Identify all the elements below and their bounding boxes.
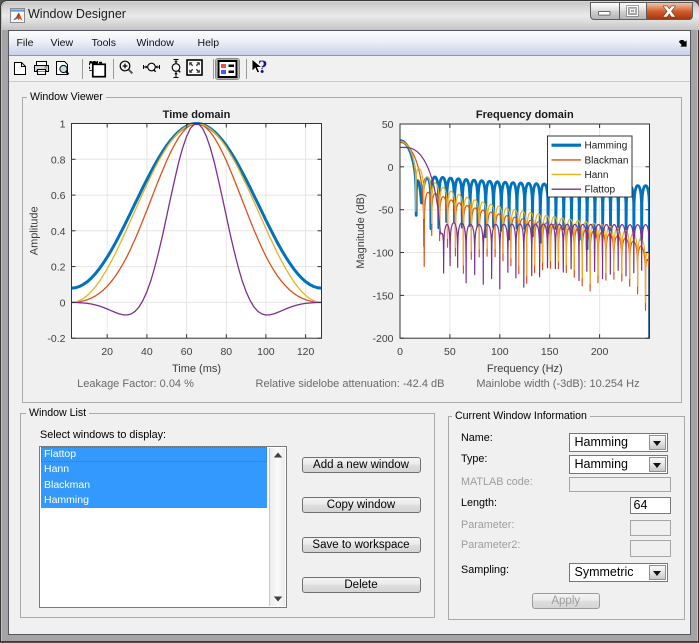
svg-text:80: 80 [220, 346, 232, 358]
svg-text:Frequency domain: Frequency domain [476, 109, 574, 121]
svg-text:0: 0 [388, 162, 394, 174]
svg-text:-50: -50 [378, 205, 393, 217]
svg-text:100: 100 [491, 346, 509, 358]
svg-text:Leakage Factor: 0.04 %: Leakage Factor: 0.04 % [77, 378, 194, 390]
svg-text:100: 100 [257, 346, 275, 358]
svg-text:-100: -100 [372, 248, 393, 260]
svg-text:Hamming: Hamming [585, 141, 628, 152]
svg-text:40: 40 [141, 346, 153, 358]
svg-text:50: 50 [444, 346, 456, 358]
svg-text:0: 0 [397, 346, 403, 358]
svg-text:-150: -150 [372, 290, 393, 302]
svg-text:Time domain: Time domain [163, 109, 231, 121]
svg-text:200: 200 [591, 346, 609, 358]
svg-text:Hann: Hann [585, 170, 609, 181]
svg-text:Mainlobe width (-3dB): 10.254: Mainlobe width (-3dB): 10.254 Hz [476, 378, 639, 390]
svg-text:60: 60 [181, 346, 193, 358]
svg-text:120: 120 [297, 346, 315, 358]
svg-text:Relative sidelobe attenuation:: Relative sidelobe attenuation: -42.4 dB [256, 378, 445, 390]
svg-text:Magnitude (dB): Magnitude (dB) [355, 193, 367, 268]
svg-text:0.8: 0.8 [51, 154, 66, 166]
svg-text:0.4: 0.4 [51, 226, 66, 238]
svg-text:0.2: 0.2 [51, 262, 66, 274]
svg-text:0: 0 [60, 297, 66, 309]
svg-text:50: 50 [382, 119, 394, 131]
svg-text:-0.2: -0.2 [47, 333, 65, 345]
svg-text:Blackman: Blackman [585, 155, 629, 166]
svg-text:Amplitude: Amplitude [29, 206, 41, 255]
svg-text:Flattop: Flattop [585, 185, 616, 196]
svg-text:Time (ms): Time (ms) [172, 363, 221, 375]
svg-text:20: 20 [101, 346, 113, 358]
svg-text:150: 150 [541, 346, 559, 358]
svg-text:0.6: 0.6 [51, 190, 66, 202]
svg-text:1: 1 [60, 119, 66, 131]
svg-text:Frequency (Hz): Frequency (Hz) [487, 363, 563, 375]
svg-text:-200: -200 [372, 333, 393, 345]
